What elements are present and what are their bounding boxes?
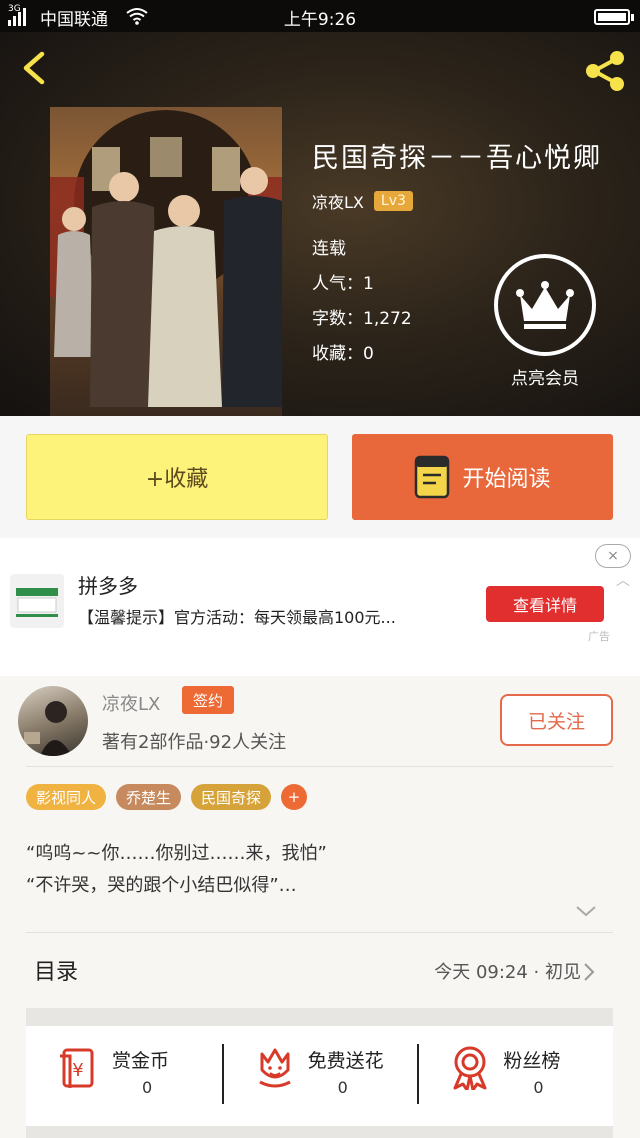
ad-title: 拼多多 [78, 574, 138, 598]
author-card: 凉夜LX 签约 著有2部作品·92人关注 已关注 影视同人 乔楚生 民国奇探 +… [0, 676, 640, 1138]
flower-icon [258, 1048, 291, 1088]
action-bar: +收藏 开始阅读 [0, 416, 640, 538]
book-title: 民国奇探－－吾心悦卿 [312, 143, 602, 174]
chevron-right-icon [584, 963, 595, 981]
clock: 上午9:26 [283, 10, 357, 30]
book-header: 民国奇探－－吾心悦卿 凉夜LX Lv3 连载 人气：1 字数：1,272 收藏：… [0, 32, 640, 417]
book-icon [415, 455, 450, 499]
chevron-down-icon[interactable] [575, 904, 597, 918]
follow-button[interactable]: 已关注 [500, 694, 613, 746]
level-badge: Lv3 [373, 191, 413, 211]
book-cover[interactable] [50, 107, 282, 417]
fan-ranking-button[interactable]: 粉丝榜 0 [417, 1026, 613, 1126]
crown-icon [494, 254, 596, 356]
reward-label: 免费送花 [307, 1050, 384, 1072]
popularity-value: 1 [363, 274, 374, 294]
status-text: 连载 [312, 239, 346, 259]
medal-icon [453, 1046, 487, 1090]
book-detail-page: 3G 中国联通 上午9:26 民国奇探－－吾心悦卿 凉夜LX Lv3 连载 人气… [0, 0, 640, 1138]
book-intro[interactable]: “呜呜~~你……你别过……来，我怕” “不许哭，哭的跟个小结巴似得”… [26, 838, 327, 902]
reward-label: 赏金币 [112, 1050, 170, 1072]
table-of-contents-row[interactable]: 目录 今天 09:24 · 初见 [26, 934, 613, 1010]
start-reading-label: 开始阅读 [462, 467, 551, 492]
intro-line: “呜呜~~你……你别过……来，我怕” [26, 843, 327, 864]
vip-label: 点亮会员 [511, 369, 579, 389]
signed-badge: 签约 [182, 686, 234, 714]
ad-tag: 广告 [588, 630, 610, 643]
word-count-row: 字数：1,272 [312, 309, 412, 329]
send-flower-button[interactable]: 免费送花 0 [221, 1026, 418, 1126]
collect-label: +收藏 [145, 467, 209, 492]
battery-icon [594, 9, 634, 25]
start-reading-button[interactable]: 开始阅读 [352, 434, 613, 520]
toc-label: 目录 [34, 960, 79, 985]
reward-count: 0 [533, 1078, 544, 1097]
tag-list: 影视同人 乔楚生 民国奇探 + [26, 784, 308, 810]
favorites-value: 0 [363, 344, 374, 364]
reward-coins-button[interactable]: ¥ 赏金币 0 [26, 1026, 222, 1126]
word-count-value: 1,272 [363, 309, 412, 329]
card-author-name[interactable]: 凉夜LX [102, 690, 160, 716]
book-meta: 连载 人气：1 字数：1,272 收藏：0 [312, 232, 412, 372]
svg-text:¥: ¥ [72, 1060, 83, 1081]
section-separator [26, 1008, 613, 1026]
cover-illustration [50, 110, 282, 407]
status-bar: 3G 中国联通 上午9:26 [0, 0, 640, 32]
back-icon[interactable] [14, 46, 58, 90]
reward-count: 0 [337, 1078, 348, 1097]
favorites-row: 收藏：0 [312, 344, 374, 364]
divider [26, 766, 613, 767]
author-line: 凉夜LX Lv3 [312, 189, 413, 213]
close-icon[interactable]: × [595, 544, 631, 568]
author-stats: 著有2部作品·92人关注 [102, 732, 287, 753]
latest-update: 今天 09:24 · 初见 [434, 962, 581, 983]
divider [26, 932, 613, 933]
tag-item[interactable]: 民国奇探 [191, 784, 272, 810]
vip-button[interactable]: 点亮会员 [492, 254, 598, 389]
tag-item[interactable]: 乔楚生 [116, 784, 182, 810]
share-icon[interactable] [580, 46, 630, 96]
author-name[interactable]: 凉夜LX [312, 189, 364, 213]
avatar[interactable] [18, 686, 88, 756]
ad-logo [10, 574, 64, 628]
add-tag-button[interactable]: + [281, 784, 308, 810]
chevron-up-icon[interactable]: ︿ [616, 570, 630, 590]
section-separator [26, 1126, 613, 1138]
collect-button[interactable]: +收藏 [26, 434, 328, 520]
red-envelope-icon: ¥ [60, 1048, 94, 1088]
tag-item[interactable]: 影视同人 [26, 784, 107, 810]
reward-label: 粉丝榜 [503, 1050, 561, 1072]
popularity-row: 人气：1 [312, 274, 374, 294]
reward-count: 0 [142, 1078, 153, 1097]
intro-line: “不许哭，哭的跟个小结巴似得”… [26, 875, 297, 896]
ad-banner[interactable]: 拼多多 【温馨提示】官方活动：每天领最高100元... 查看详情 × ︿ 广告 [0, 538, 640, 676]
reward-bar: ¥ 赏金币 0 免费送花 0 粉丝榜 0 [26, 1026, 613, 1126]
ad-details-button[interactable]: 查看详情 [486, 586, 604, 622]
ad-description: 【温馨提示】官方活动：每天领最高100元... [78, 608, 396, 627]
